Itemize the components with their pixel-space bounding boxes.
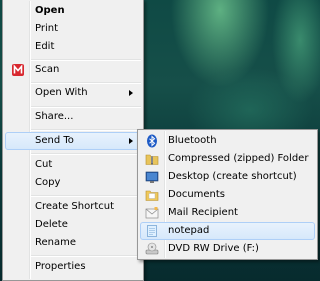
menu-item-label: Share... (35, 111, 74, 122)
menu-item-open[interactable]: Open (5, 2, 141, 20)
menu-separator (31, 129, 141, 131)
context-menu: Open Print Edit Scan Open With Share... … (2, 0, 144, 281)
menu-item-label: Edit (35, 41, 55, 52)
menu-item-label: Copy (35, 177, 61, 188)
menu-item-rename[interactable]: Rename (5, 234, 141, 252)
menu-item-label: Print (35, 23, 59, 34)
send-to-desktop-shortcut[interactable]: Desktop (create shortcut) (140, 168, 315, 186)
menu-item-delete[interactable]: Delete (5, 216, 141, 234)
submenu-arrow-icon (129, 138, 133, 144)
send-to-label: Bluetooth (168, 135, 217, 146)
menu-item-label: Open (35, 5, 65, 16)
bluetooth-icon (147, 134, 157, 148)
send-to-label: Compressed (zipped) Folder (168, 153, 309, 164)
menu-item-label: Delete (35, 219, 68, 230)
send-to-mail-recipient[interactable]: Mail Recipient (140, 204, 315, 222)
scan-app-icon (12, 64, 24, 76)
menu-item-print[interactable]: Print (5, 20, 141, 38)
submenu-arrow-icon (129, 90, 133, 96)
send-to-label: Documents (168, 189, 226, 200)
menu-item-cut[interactable]: Cut (5, 156, 141, 174)
menu-item-send-to[interactable]: Send To (5, 132, 141, 150)
menu-separator (31, 255, 141, 257)
menu-item-label: Properties (35, 261, 86, 272)
menu-item-label: Create Shortcut (35, 201, 114, 212)
menu-item-label: Rename (35, 237, 77, 248)
send-to-dvd-drive[interactable]: DVD RW Drive (F:) (140, 240, 315, 258)
menu-separator (31, 153, 141, 155)
menu-item-edit[interactable]: Edit (5, 38, 141, 56)
menu-item-label: Cut (35, 159, 53, 170)
send-to-submenu: Bluetooth Compressed (zipped) Folder Des… (137, 129, 318, 260)
send-to-label: notepad (168, 225, 210, 236)
send-to-label: Desktop (create shortcut) (168, 171, 297, 182)
documents-folder-icon (145, 190, 159, 201)
menu-separator (31, 195, 141, 197)
send-to-label: DVD RW Drive (F:) (168, 243, 259, 254)
menu-item-properties[interactable]: Properties (5, 258, 141, 276)
menu-item-copy[interactable]: Copy (5, 174, 141, 192)
desktop-icon (145, 171, 159, 183)
send-to-compressed-folder[interactable]: Compressed (zipped) Folder (140, 150, 315, 168)
menu-item-create-shortcut[interactable]: Create Shortcut (5, 198, 141, 216)
notepad-icon (147, 225, 157, 237)
menu-item-scan[interactable]: Scan (5, 61, 141, 79)
mail-icon (145, 207, 159, 219)
send-to-documents[interactable]: Documents (140, 186, 315, 204)
send-to-label: Mail Recipient (168, 207, 238, 218)
menu-item-share[interactable]: Share... (5, 108, 141, 126)
send-to-bluetooth[interactable]: Bluetooth (140, 132, 315, 150)
menu-item-open-with[interactable]: Open With (5, 84, 141, 102)
menu-item-label: Open With (35, 87, 88, 98)
dvd-drive-icon (145, 242, 159, 255)
menu-item-label: Scan (35, 64, 60, 75)
zip-folder-icon (145, 154, 159, 165)
menu-item-label: Send To (35, 135, 74, 146)
send-to-notepad[interactable]: notepad (140, 222, 315, 240)
